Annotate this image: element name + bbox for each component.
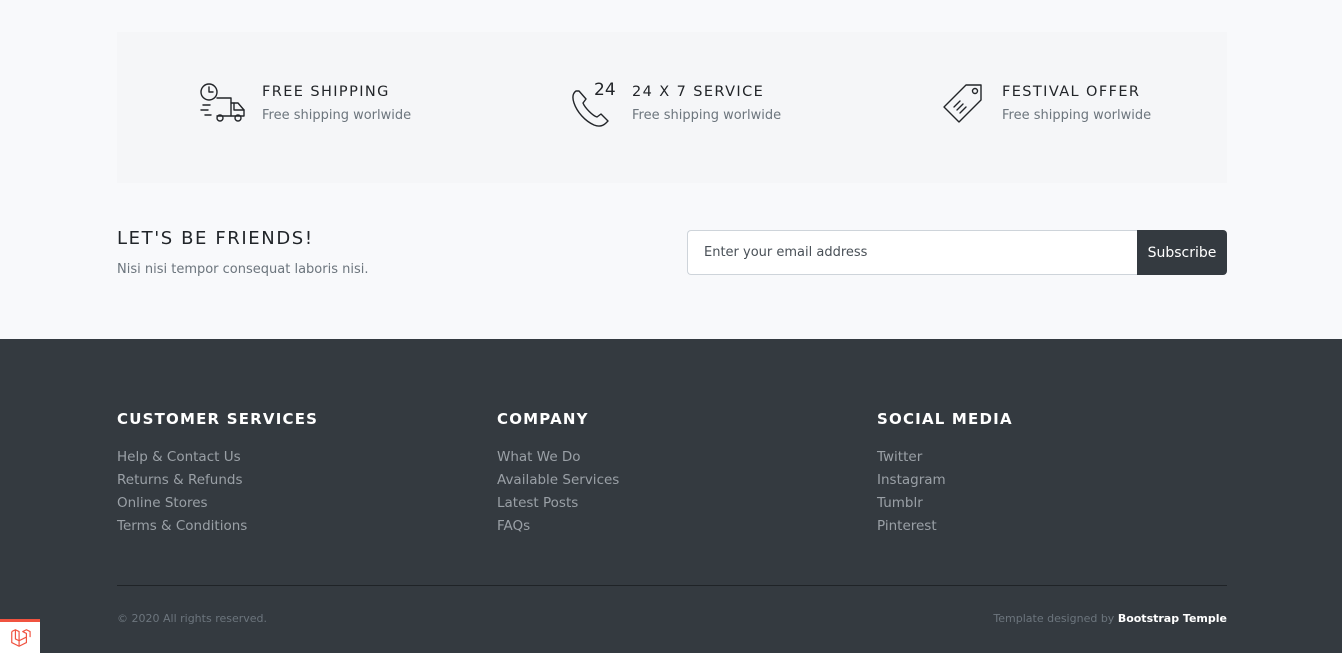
laravel-debugbar-toggle[interactable] <box>0 619 40 653</box>
footer-link[interactable]: Help & Contact Us <box>117 446 318 469</box>
newsletter-title: LET'S BE FRIENDS! <box>117 228 314 249</box>
footer-link[interactable]: Online Stores <box>117 492 318 515</box>
subscribe-button[interactable]: Subscribe <box>1137 230 1227 275</box>
phone-24-icon: 24 <box>567 78 619 130</box>
copyright-text: © 2020 All rights reserved. <box>117 612 268 625</box>
footer-link[interactable]: Tumblr <box>877 492 1013 515</box>
footer-link[interactable]: Instagram <box>877 469 1013 492</box>
service-title: 24 X 7 SERVICE <box>632 84 765 100</box>
site-footer: CUSTOMER SERVICES Help & Contact Us Retu… <box>0 339 1342 653</box>
newsletter-form: Subscribe <box>687 230 1227 275</box>
service-title: FESTIVAL OFFER <box>1002 84 1141 100</box>
footer-divider <box>117 585 1227 586</box>
footer-link[interactable]: Returns & Refunds <box>117 469 318 492</box>
svg-text:24: 24 <box>594 80 616 100</box>
footer-link[interactable]: Latest Posts <box>497 492 619 515</box>
footer-link-list: What We Do Available Services Latest Pos… <box>497 446 619 538</box>
price-tag-icon <box>937 78 989 130</box>
service-subtitle: Free shipping worlwide <box>632 108 782 123</box>
footer-column-social-media: SOCIAL MEDIA Twitter Instagram Tumblr Pi… <box>877 409 1013 538</box>
service-free-shipping: FREE SHIPPING Free shipping worlwide <box>197 80 411 130</box>
service-festival-offer: FESTIVAL OFFER Free shipping worlwide <box>937 80 1151 130</box>
email-input[interactable] <box>687 230 1137 275</box>
service-24x7: 24 24 X 7 SERVICE Free shipping worlwide <box>567 80 781 130</box>
footer-link-list: Twitter Instagram Tumblr Pinterest <box>877 446 1013 538</box>
footer-link[interactable]: What We Do <box>497 446 619 469</box>
template-credit: Template designed by Bootstrap Temple <box>993 612 1227 625</box>
footer-link[interactable]: Terms & Conditions <box>117 515 318 538</box>
page-top-section: FREE SHIPPING Free shipping worlwide 24 … <box>0 0 1342 339</box>
footer-column-heading: COMPANY <box>497 410 589 428</box>
footer-column-company: COMPANY What We Do Available Services La… <box>497 409 619 538</box>
footer-column-heading: SOCIAL MEDIA <box>877 410 1013 428</box>
service-subtitle: Free shipping worlwide <box>1002 108 1152 123</box>
credit-prefix: Template designed by <box>993 612 1115 625</box>
services-panel: FREE SHIPPING Free shipping worlwide 24 … <box>117 32 1227 183</box>
footer-column-customer-services: CUSTOMER SERVICES Help & Contact Us Retu… <box>117 409 318 538</box>
newsletter-subtitle: Nisi nisi tempor consequat laboris nisi. <box>117 262 369 277</box>
footer-link[interactable]: FAQs <box>497 515 619 538</box>
footer-link[interactable]: Twitter <box>877 446 1013 469</box>
service-title: FREE SHIPPING <box>262 84 390 100</box>
footer-link[interactable]: Available Services <box>497 469 619 492</box>
footer-link-list: Help & Contact Us Returns & Refunds Onli… <box>117 446 318 538</box>
service-subtitle: Free shipping worlwide <box>262 108 412 123</box>
credit-link[interactable]: Bootstrap Temple <box>1118 612 1227 625</box>
footer-link[interactable]: Pinterest <box>877 515 1013 538</box>
delivery-truck-clock-icon <box>197 78 249 130</box>
footer-column-heading: CUSTOMER SERVICES <box>117 410 319 428</box>
laravel-logo-icon <box>9 627 31 649</box>
